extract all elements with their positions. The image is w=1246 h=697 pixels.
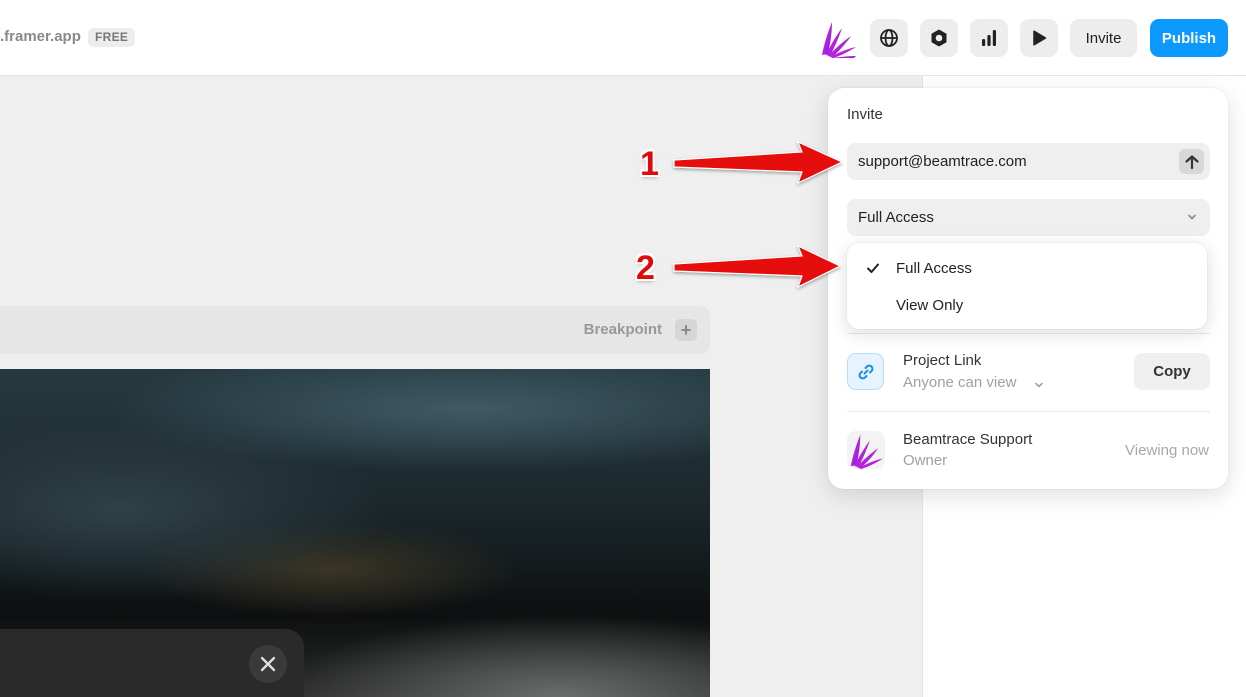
top-bar: .framer.app FREE Invite Publish: [0, 0, 1246, 76]
checkmark-icon: [867, 263, 879, 273]
project-logo-icon[interactable]: [818, 18, 858, 58]
preview-button[interactable]: [1020, 19, 1058, 57]
access-option-view-only[interactable]: View Only: [847, 287, 1207, 323]
invite-email-field[interactable]: [847, 143, 1210, 180]
site-url[interactable]: .framer.app: [0, 28, 81, 45]
copy-link-button[interactable]: Copy: [1134, 353, 1210, 390]
globe-icon: [880, 29, 898, 47]
avatar: [847, 431, 885, 469]
breakpoint-label[interactable]: Breakpoint: [584, 321, 662, 338]
hexagon-icon: [931, 29, 947, 47]
close-icon: [260, 656, 276, 672]
analytics-icon: [982, 30, 996, 46]
project-link-visibility[interactable]: Anyone can view: [903, 374, 1016, 391]
publish-button[interactable]: Publish: [1150, 19, 1228, 57]
access-level-value: Full Access: [858, 209, 934, 226]
member-name: Beamtrace Support: [903, 431, 1033, 448]
access-level-select[interactable]: Full Access: [847, 199, 1210, 236]
plan-badge: FREE: [88, 28, 136, 47]
access-option-full-access[interactable]: Full Access: [847, 250, 1207, 286]
member-role: Owner: [903, 452, 948, 469]
chevron-down-icon[interactable]: [1033, 379, 1045, 391]
annotation-marker-1: 1: [640, 145, 659, 183]
play-icon: [1033, 30, 1047, 46]
arrow-1: [673, 140, 844, 185]
add-breakpoint-button[interactable]: +: [675, 319, 697, 341]
send-invite-button[interactable]: [1179, 149, 1204, 174]
invite-button[interactable]: Invite: [1070, 19, 1137, 57]
chevron-down-icon: [1188, 214, 1196, 220]
arrow-up-icon: [1184, 154, 1199, 169]
member-status: Viewing now: [1125, 442, 1209, 459]
breakpoint-bar: Breakpoint +: [0, 306, 710, 354]
divider: [847, 411, 1210, 412]
analytics-button[interactable]: [970, 19, 1008, 57]
access-level-dropdown: Full Access View Only: [847, 243, 1207, 329]
divider: [847, 333, 1210, 334]
access-option-label: View Only: [896, 297, 964, 314]
toast-close-button[interactable]: [249, 645, 287, 683]
plugins-button[interactable]: [920, 19, 958, 57]
arrow-2: [673, 244, 842, 289]
globe-button[interactable]: [870, 19, 908, 57]
project-link-title: Project Link: [903, 352, 982, 369]
access-option-label: Full Access: [896, 260, 972, 277]
link-icon: [847, 353, 884, 390]
invite-email-input[interactable]: [858, 143, 1158, 180]
invite-popover-title: Invite: [847, 106, 883, 123]
annotation-marker-2: 2: [636, 249, 655, 287]
invite-popover: Invite Full Access Full Access View Only: [828, 88, 1228, 489]
